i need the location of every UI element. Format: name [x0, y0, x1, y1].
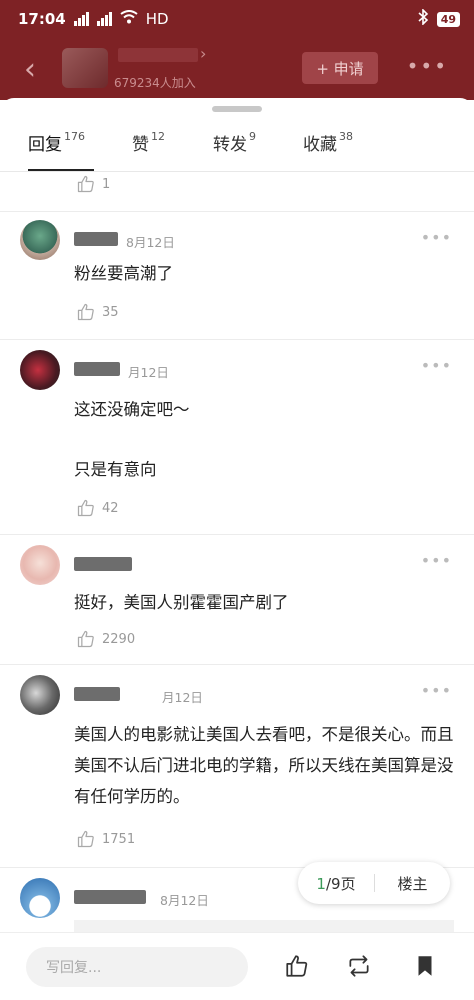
group-avatar [62, 48, 108, 88]
thumbs-up-icon [77, 303, 94, 321]
tab-likes[interactable]: 赞 12 [132, 126, 165, 172]
apply-button[interactable]: + 申请 [302, 52, 378, 84]
clock: 17:04 [18, 10, 66, 28]
tab-favorites[interactable]: 收藏 38 [303, 126, 353, 172]
group-name-redacted [118, 48, 198, 62]
comment-date: 8月12日 [160, 893, 209, 908]
like-count: 1 [102, 176, 111, 192]
like-button[interactable]: 1751 [76, 829, 135, 849]
username-redacted[interactable] [74, 890, 146, 904]
like-count: 1751 [102, 831, 136, 847]
tab-label: 收藏 [303, 135, 337, 155]
comment-date: 月12日 [128, 365, 169, 380]
page-selector[interactable]: 1/9页 [298, 873, 374, 894]
more-icon[interactable]: ••• [421, 551, 452, 570]
comment-text: 粉丝要高潮了 [74, 264, 173, 283]
tab-replies[interactable]: 回复 176 [28, 126, 94, 172]
comment-text: 挺好，美国人别霍霍国产剧了 [74, 593, 289, 612]
tab-label: 回复 [28, 135, 62, 155]
thumbs-up-icon [77, 499, 94, 517]
more-icon[interactable]: ••• [421, 228, 452, 247]
battery-icon: 49 [436, 11, 460, 27]
member-count: 679234人加入 [114, 76, 196, 90]
bottom-bar: 写回复... [0, 932, 474, 1000]
tab-label: 转发 [213, 135, 247, 155]
network-label: HD [145, 10, 169, 28]
username-redacted[interactable] [74, 232, 118, 246]
thumbs-up-icon [77, 175, 94, 193]
tab-count: 12 [151, 130, 165, 143]
like-count: 2290 [102, 631, 136, 647]
wifi-icon [120, 10, 138, 28]
more-icon[interactable]: ••• [407, 54, 448, 78]
like-count: 35 [102, 304, 119, 320]
more-icon[interactable]: ••• [421, 356, 452, 375]
comment-text: 美国人的电影就让美国人去看吧，不是很关心。而且美国不认后门进北电的学籍，所以天线… [74, 725, 454, 806]
list-item: ••• 挺好，美国人别霍霍国产剧了 2290 [0, 535, 474, 665]
status-bar: 17:04 HD 49 [0, 0, 474, 38]
comment-date: 8月12日 [126, 235, 175, 250]
username-redacted[interactable] [74, 557, 132, 571]
like-button[interactable]: 42 [76, 498, 119, 518]
list-item: 8月12日 ••• 粉丝要高潮了 35 [0, 212, 474, 340]
like-count: 42 [102, 500, 119, 516]
username-redacted[interactable] [74, 687, 120, 701]
avatar[interactable] [20, 878, 60, 918]
username-redacted[interactable] [74, 362, 120, 376]
thumbs-up-icon [77, 630, 94, 648]
quoted-reply-placeholder [74, 920, 454, 932]
page-navigator: 1/9页 楼主 [298, 862, 450, 904]
tab-bar: 回复 176 赞 12 转发 9 收藏 38 [0, 126, 474, 172]
chevron-right-icon: › [200, 44, 207, 63]
list-item: 月12日 ••• 美国人的电影就让美国人去看吧，不是很关心。而且美国不认后门进北… [0, 665, 474, 868]
tab-count: 176 [64, 130, 85, 143]
bookmark-icon[interactable] [412, 953, 438, 979]
more-icon[interactable]: ••• [421, 681, 452, 700]
group-header: ‹ › 679234人加入 + 申请 ••• [0, 38, 474, 100]
comment-text-line-2: 只是有意向 [74, 460, 157, 479]
sheet-handle[interactable] [212, 106, 262, 112]
list-item: 月12日 ••• 这还没确定吧～ 只是有意向 42 [0, 340, 474, 535]
bluetooth-icon [417, 8, 429, 29]
avatar[interactable] [20, 675, 60, 715]
host-only-button[interactable]: 楼主 [375, 873, 450, 894]
tab-count: 9 [249, 130, 256, 143]
avatar[interactable] [20, 545, 60, 585]
list-item: 1 [0, 172, 474, 212]
like-button[interactable]: 2290 [76, 629, 135, 649]
reply-input[interactable]: 写回复... [26, 947, 248, 987]
avatar[interactable] [20, 220, 60, 260]
tab-count: 38 [339, 130, 353, 143]
tab-label: 赞 [132, 135, 149, 155]
thumbs-up-icon[interactable] [284, 953, 310, 979]
tab-reposts[interactable]: 转发 9 [213, 126, 256, 172]
like-button[interactable]: 35 [76, 302, 119, 322]
thumbs-up-icon [77, 830, 94, 848]
like-button[interactable]: 1 [76, 174, 110, 194]
signal-icon-2 [96, 12, 112, 26]
comments-sheet: 回复 176 赞 12 转发 9 收藏 38 1 8月12日 ••• 粉丝要高潮了 [0, 98, 474, 1000]
repost-icon[interactable] [346, 953, 372, 979]
comment-date: 月12日 [162, 690, 203, 705]
avatar[interactable] [20, 350, 60, 390]
comment-text-line-1: 这还没确定吧～ [74, 400, 190, 419]
current-page: 1 [316, 874, 326, 893]
back-icon[interactable]: ‹ [24, 52, 36, 87]
signal-icon [73, 12, 89, 26]
total-pages: /9页 [325, 874, 356, 893]
